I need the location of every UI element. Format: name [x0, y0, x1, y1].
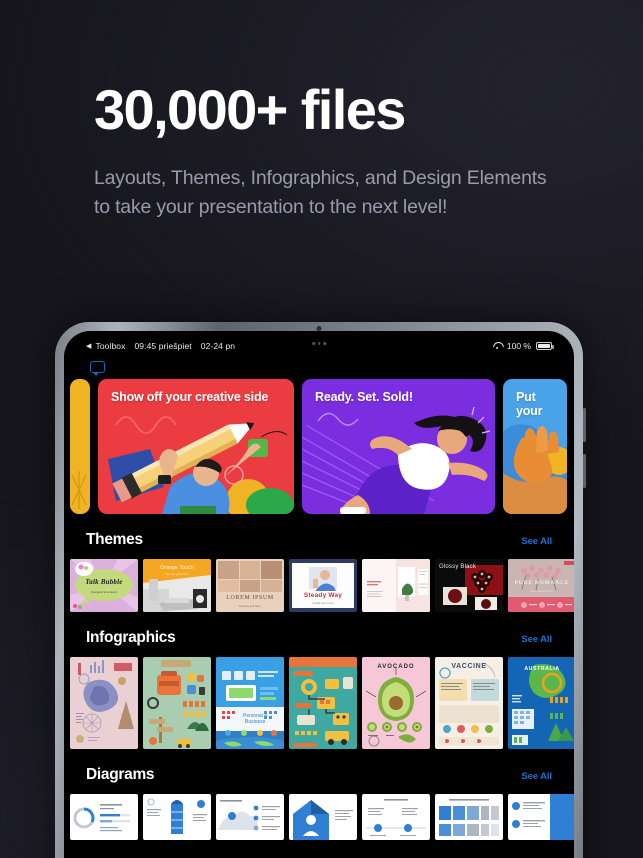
infographic-thumbnail[interactable]	[143, 657, 211, 749]
banner-creative-side[interactable]: Show off your creative side	[98, 379, 294, 514]
themes-thumbnail-row[interactable]: Talk Bubble Designed to connect Orange T…	[64, 559, 574, 612]
theme-label: LOREM IPSUM	[226, 595, 274, 601]
banner-yellow-partial[interactable]	[70, 379, 90, 514]
see-all-infographics-link[interactable]: See All	[521, 634, 552, 645]
section-header-infographics: Infographics See All	[64, 612, 574, 657]
infographic-thumbnail[interactable]: AVOCADO	[362, 657, 430, 749]
theme-thumbnail[interactable]: Glossy Black	[435, 559, 503, 612]
status-bar: ◀ Toolbox 09:45 priešpiet 02-24 pn 100 %	[64, 331, 574, 357]
theme-thumbnail[interactable]: PURE ROMANCE Beautiful and bold	[508, 559, 574, 612]
theme-label: PURE ROMANCE	[514, 580, 570, 586]
theme-sublabel: Dummy text here	[239, 604, 261, 608]
diagram-thumbnail[interactable]	[362, 794, 430, 840]
back-triangle-icon[interactable]: ◀	[86, 342, 91, 350]
infographic-label: VACCINE	[451, 663, 487, 670]
theme-thumbnail[interactable]: Talk Bubble Designed to connect	[70, 559, 138, 612]
infographic-thumbnail[interactable]: VACCINE	[435, 657, 503, 749]
promo-carousel[interactable]: Show off your creative side Ready. Set. …	[64, 379, 574, 514]
battery-percent: 100 %	[506, 341, 531, 351]
theme-thumbnail[interactable]: LOREM IPSUM Dummy text here	[216, 559, 284, 612]
diagram-thumbnail[interactable]	[70, 794, 138, 840]
volume-down-button[interactable]	[583, 454, 586, 488]
status-back-label[interactable]: Toolbox	[95, 341, 125, 351]
theme-label: Glossy Black	[439, 564, 477, 570]
banner-ready-set-sold[interactable]: Ready. Set. Sold!	[302, 379, 495, 514]
tablet-screen: ◀ Toolbox 09:45 priešpiet 02-24 pn 100 %	[64, 331, 574, 858]
status-date: 02-24 pn	[200, 341, 236, 351]
section-header-diagrams: Diagrams See All	[64, 749, 574, 794]
theme-label: Orange Touch	[160, 565, 194, 571]
multitask-dots-icon[interactable]	[312, 342, 326, 345]
section-title: Infographics	[86, 629, 176, 646]
section-title: Themes	[86, 531, 143, 548]
theme-label: Steady Way	[303, 592, 343, 599]
diagram-thumbnail[interactable]	[289, 794, 357, 840]
theme-sublabel: Beautiful and bold	[530, 589, 554, 593]
diagram-thumbnail[interactable]	[435, 794, 503, 840]
infographic-label: AUSTRALIA	[524, 666, 560, 672]
infographic-thumbnail[interactable]: AUSTRALIA	[508, 657, 574, 749]
status-time: 09:45 priešpiet	[134, 341, 192, 351]
hero-subtitle: Layouts, Themes, Infographics, and Desig…	[94, 167, 547, 218]
theme-thumbnail[interactable]	[362, 559, 430, 612]
tablet-device-frame: ◀ Toolbox 09:45 priešpiet 02-24 pn 100 %	[55, 322, 586, 858]
wifi-icon	[493, 342, 502, 350]
see-all-themes-link[interactable]: See All	[521, 536, 552, 547]
see-all-diagrams-link[interactable]: See All	[521, 771, 552, 782]
theme-sublabel: Designed to connect	[91, 590, 117, 594]
svg-text:Business: Business	[245, 719, 266, 725]
banner-title: Put your	[516, 390, 543, 418]
theme-thumbnail[interactable]: Steady Way Subtle and smart	[289, 559, 357, 612]
banner-title: Ready. Set. Sold!	[315, 390, 413, 404]
section-title: Diagrams	[86, 766, 155, 783]
diagram-thumbnail[interactable]	[216, 794, 284, 840]
diagram-thumbnail[interactable]	[143, 794, 211, 840]
banner-put-your[interactable]: Put your	[503, 379, 567, 514]
status-bar-right: 100 %	[493, 341, 554, 351]
theme-thumbnail[interactable]: Orange Touch Tap line goes here	[143, 559, 211, 612]
app-content: Show off your creative side Ready. Set. …	[64, 379, 574, 840]
page-title: 30,000+ files	[94, 78, 406, 141]
infographic-label: AVOCADO	[377, 664, 415, 670]
diagram-thumbnail[interactable]	[508, 794, 574, 840]
battery-full-icon	[536, 342, 554, 350]
comment-bubble-icon[interactable]	[90, 361, 105, 376]
infographic-thumbnail[interactable]	[70, 657, 138, 749]
infographic-thumbnail[interactable]	[289, 657, 357, 749]
infographics-thumbnail-row[interactable]: Personal & Business AVOCADO VACCINE AUST…	[64, 657, 574, 749]
banner-title: Show off your creative side	[111, 390, 269, 404]
volume-up-button[interactable]	[583, 408, 586, 442]
hero-section: 30,000+ files Layouts, Themes, Infograph…	[94, 82, 564, 221]
theme-sublabel: Subtle and smart	[312, 601, 334, 605]
infographic-thumbnail[interactable]: Personal & Business	[216, 657, 284, 749]
status-bar-left: ◀ Toolbox 09:45 priešpiet 02-24 pn	[86, 341, 235, 351]
theme-label: Talk Bubble	[85, 578, 123, 586]
diagrams-thumbnail-row[interactable]	[64, 794, 574, 840]
theme-sublabel: Tap line goes here	[165, 572, 189, 576]
app-toolbar	[64, 357, 574, 379]
section-header-themes: Themes See All	[64, 514, 574, 559]
